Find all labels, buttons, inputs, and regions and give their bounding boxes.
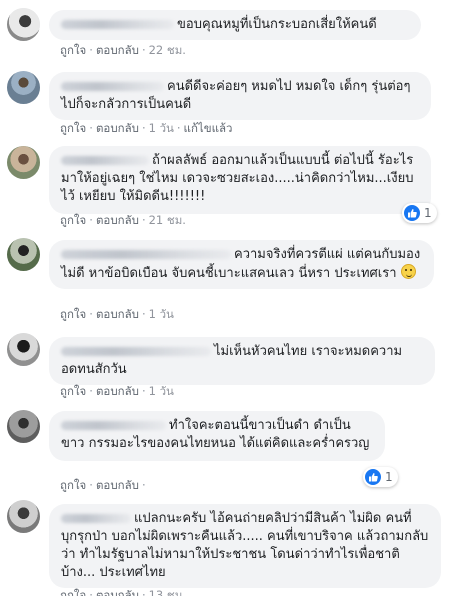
comment-time[interactable]: 21 ชม. bbox=[149, 213, 186, 227]
like-link[interactable]: ถูกใจ bbox=[60, 478, 86, 492]
commenter-name[interactable] bbox=[61, 250, 231, 259]
reply-link[interactable]: ตอบกลับ bbox=[96, 384, 139, 398]
commenter-name[interactable] bbox=[61, 347, 211, 356]
comment-actions: ถูกใจ · ตอบกลับ · 13 ชม. bbox=[60, 587, 186, 596]
avatar[interactable] bbox=[7, 8, 40, 41]
comment-bubble: ถ้าผลลัพธ์ ออกมาแล้วเป็นแบบนี้ ต่อไปนี้ … bbox=[49, 146, 431, 214]
commenter-name[interactable] bbox=[61, 514, 131, 523]
reaction-number: 1 bbox=[424, 206, 432, 220]
avatar[interactable] bbox=[7, 333, 40, 366]
comment-actions: ถูกใจ · ตอบกลับ · bbox=[60, 478, 146, 492]
reaction-count[interactable]: 1 bbox=[402, 203, 437, 223]
comment-actions: ถูกใจ · ตอบกลับ · 1 วัน bbox=[60, 384, 174, 398]
edited-label[interactable]: แก้ไขแล้ว bbox=[184, 121, 233, 135]
avatar[interactable] bbox=[7, 146, 40, 179]
comment-bubble: ทำใจคะตอนนี้ขาวเป็นดำ ดำเป็นขาว กรรมอะไร… bbox=[49, 411, 385, 461]
reply-link[interactable]: ตอบกลับ bbox=[96, 588, 139, 596]
comment-bubble: ความจริงที่ควรตีแผ่ แต่คนกับมองไม่ดี หาข… bbox=[49, 240, 434, 289]
reply-link[interactable]: ตอบกลับ bbox=[96, 213, 139, 227]
comment-actions: ถูกใจ · ตอบกลับ · 1 วัน bbox=[60, 307, 174, 321]
reply-link[interactable]: ตอบกลับ bbox=[96, 121, 139, 135]
avatar[interactable] bbox=[7, 238, 40, 271]
comment-time[interactable]: 1 วัน bbox=[149, 121, 174, 135]
avatar[interactable] bbox=[7, 410, 40, 443]
smile-emoji-icon bbox=[400, 264, 416, 279]
avatar[interactable] bbox=[7, 71, 40, 104]
like-link[interactable]: ถูกใจ bbox=[60, 121, 86, 135]
comment-time[interactable]: 22 ชม. bbox=[149, 43, 186, 57]
commenter-name[interactable] bbox=[61, 156, 149, 165]
reply-link[interactable]: ตอบกลับ bbox=[96, 307, 139, 321]
like-reaction-icon bbox=[365, 469, 381, 485]
commenter-name[interactable] bbox=[61, 82, 164, 91]
like-link[interactable]: ถูกใจ bbox=[60, 213, 86, 227]
comment-actions: ถูกใจ · ตอบกลับ · 1 วัน · แก้ไขแล้ว bbox=[60, 121, 233, 135]
comment-bubble: ขอบคุณหมูที่เป็นกระบอกเสี่ยให้คนดี bbox=[49, 10, 421, 40]
comment-text: ขอบคุณหมูที่เป็นกระบอกเสี่ยให้คนดี bbox=[177, 17, 377, 32]
avatar[interactable] bbox=[7, 500, 40, 533]
like-link[interactable]: ถูกใจ bbox=[60, 43, 86, 57]
reply-link[interactable]: ตอบกลับ bbox=[96, 43, 139, 57]
commenter-name[interactable] bbox=[61, 421, 166, 430]
comment-bubble: แปลกนะครับ ไอ้คนถ่ายคลิปว่ามีสินค้า ไม่ผ… bbox=[49, 504, 441, 588]
commenter-name[interactable] bbox=[61, 20, 174, 29]
like-reaction-icon bbox=[404, 205, 420, 221]
comment-bubble: คนดีดีจะค่อยๆ หมดไป หมดใจ เด็กๆ รุ่นต่อๆ… bbox=[49, 72, 431, 120]
like-link[interactable]: ถูกใจ bbox=[60, 384, 86, 398]
comment-actions: ถูกใจ · ตอบกลับ · 21 ชม. bbox=[60, 213, 186, 227]
reply-link[interactable]: ตอบกลับ bbox=[96, 478, 139, 492]
comment-time[interactable]: 1 วัน bbox=[149, 307, 174, 321]
comment-bubble: ไม่เห็นหัวคนไทย เราจะหมดความอดทนสักวัน bbox=[49, 337, 435, 385]
reaction-count[interactable]: 1 bbox=[363, 467, 398, 487]
reaction-number: 1 bbox=[385, 470, 393, 484]
comment-time[interactable]: 13 ชม. bbox=[149, 588, 186, 596]
comment-actions: ถูกใจ · ตอบกลับ · 22 ชม. bbox=[60, 43, 186, 57]
like-link[interactable]: ถูกใจ bbox=[60, 588, 86, 596]
comment-time[interactable]: 1 วัน bbox=[149, 384, 174, 398]
like-link[interactable]: ถูกใจ bbox=[60, 307, 86, 321]
